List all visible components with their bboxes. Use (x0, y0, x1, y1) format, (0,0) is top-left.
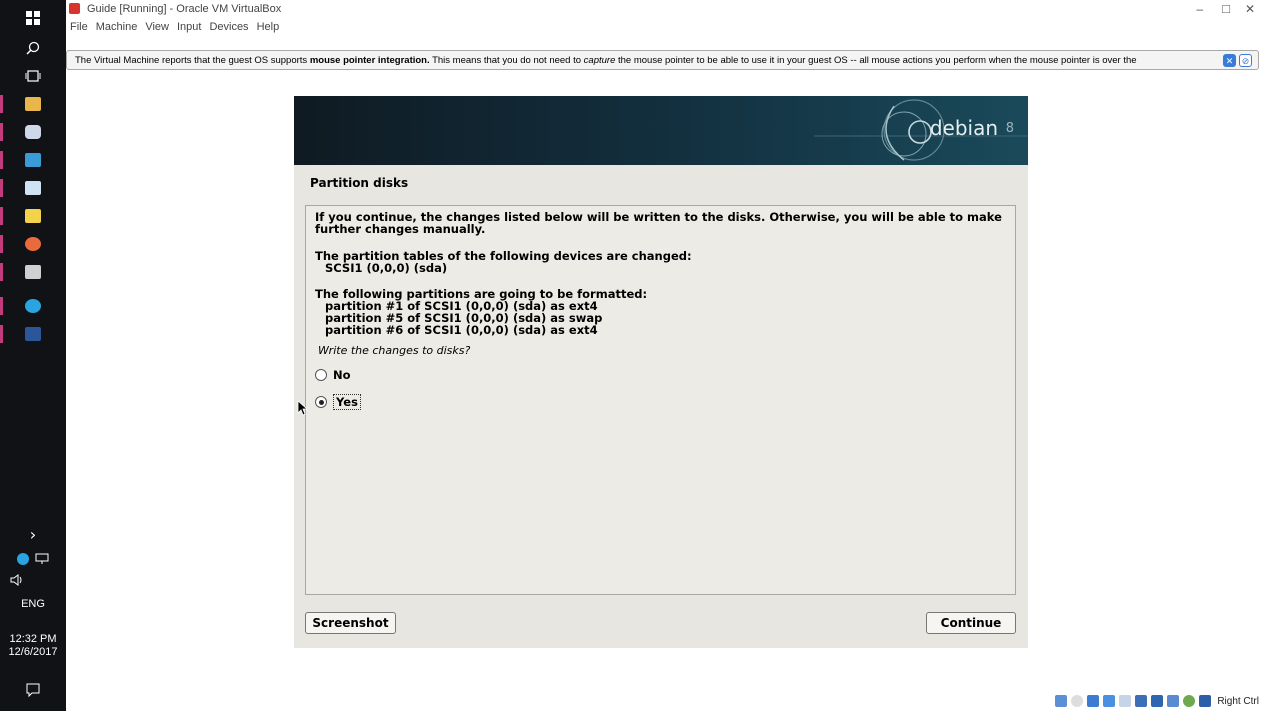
display-icon[interactable] (1151, 695, 1164, 707)
notepad-icon[interactable] (0, 202, 66, 230)
question-text: Write the changes to disks? (318, 344, 471, 357)
notice-text-bold: mouse pointer integration. (309, 55, 430, 66)
terminal-icon[interactable] (0, 258, 66, 286)
menu-bar: File Machine View Input Devices Help (66, 18, 1263, 36)
notice-text-post: the mouse pointer to be able to use it i… (615, 55, 1137, 66)
menu-file[interactable]: File (66, 18, 92, 36)
virtualbox-icon[interactable] (0, 118, 66, 146)
minimize-button[interactable]: – (1196, 2, 1203, 16)
telegram-icon[interactable] (0, 292, 66, 320)
paint-icon[interactable] (0, 230, 66, 258)
option-no-label[interactable]: No (333, 368, 351, 382)
chevron-right-icon[interactable]: › (0, 520, 66, 548)
window-title-bar[interactable]: Guide [Running] - Oracle VM VirtualBox –… (66, 0, 1263, 18)
continue-button[interactable]: Continue (926, 612, 1016, 634)
menu-devices[interactable]: Devices (205, 18, 252, 36)
network-icon[interactable] (1103, 695, 1116, 707)
notice-text-italic: capture (583, 55, 616, 66)
hard-disk-icon[interactable] (1055, 695, 1068, 707)
menu-help[interactable]: Help (253, 18, 284, 36)
radio-yes[interactable] (315, 396, 327, 408)
clock-time[interactable]: 12:32 PM (0, 633, 66, 646)
debian-banner: debian 8 (294, 96, 1028, 165)
audio-icon[interactable] (1087, 695, 1100, 707)
notice-text-mid: This means that you do not need to (429, 55, 584, 66)
mouse-integration-icon[interactable] (1199, 695, 1212, 707)
vm-status-bar: Right Ctrl (66, 694, 1263, 711)
mouse-integration-notice: The Virtual Machine reports that the gue… (66, 50, 1259, 70)
close-notice-icon[interactable]: ✕ (1223, 54, 1236, 67)
notice-text-pre: The Virtual Machine reports that the gue… (75, 55, 310, 66)
word-icon[interactable] (0, 320, 66, 348)
option-no[interactable]: No (315, 368, 351, 382)
partition-summary-panel: If you continue, the changes listed belo… (305, 205, 1016, 595)
video-capture-icon[interactable] (1167, 695, 1180, 707)
virtualbox-app-icon (69, 3, 80, 14)
notification-icon[interactable] (0, 676, 66, 704)
windows-start-icon[interactable] (0, 4, 66, 32)
screenshot-button[interactable]: Screenshot (305, 612, 396, 634)
shared-folders-icon[interactable] (1135, 695, 1148, 707)
debian-installer: debian 8 Partition disks If you continue… (294, 96, 1028, 648)
volume-icon[interactable] (0, 566, 66, 594)
files-icon[interactable] (0, 174, 66, 202)
debian-version: 8 (1005, 121, 1014, 136)
menu-machine[interactable]: Machine (92, 18, 142, 36)
windows-taskbar: › ENG 12:32 PM 12/6/2017 (0, 0, 66, 711)
guest-display[interactable]: debian 8 Partition disks If you continue… (66, 72, 1263, 702)
file-explorer-icon[interactable] (0, 90, 66, 118)
remote-desktop-icon[interactable] (0, 146, 66, 174)
host-key-label: Right Ctrl (1217, 695, 1259, 707)
menu-view[interactable]: View (141, 18, 173, 36)
debian-logo-text: debian (929, 116, 998, 140)
option-yes[interactable]: Yes (315, 394, 361, 410)
usb-icon[interactable] (1119, 695, 1132, 707)
mouse-integration-off-icon[interactable]: ⊘ (1239, 54, 1252, 67)
optical-drive-icon[interactable] (1071, 695, 1084, 707)
search-icon[interactable] (0, 34, 66, 62)
language-indicator[interactable]: ENG (0, 598, 66, 611)
option-yes-label[interactable]: Yes (333, 394, 361, 410)
page-title: Partition disks (310, 176, 409, 190)
close-button[interactable]: ✕ (1245, 2, 1255, 16)
clock-date[interactable]: 12/6/2017 (0, 646, 66, 659)
cpu-icon[interactable] (1183, 695, 1196, 707)
tables-device: SCSI1 (0,0,0) (sda) (325, 261, 448, 275)
radio-no[interactable] (315, 369, 327, 381)
maximize-button[interactable]: □ (1222, 1, 1230, 16)
partition-line: partition #6 of SCSI1 (0,0,0) (sda) as e… (325, 323, 598, 337)
mouse-pointer-icon (297, 400, 307, 416)
window-title: Guide [Running] - Oracle VM VirtualBox (87, 3, 282, 15)
task-view-icon[interactable] (0, 62, 66, 90)
menu-input[interactable]: Input (173, 18, 205, 36)
intro-text: If you continue, the changes listed belo… (315, 210, 1002, 236)
debian-swirl-icon (814, 99, 1028, 161)
